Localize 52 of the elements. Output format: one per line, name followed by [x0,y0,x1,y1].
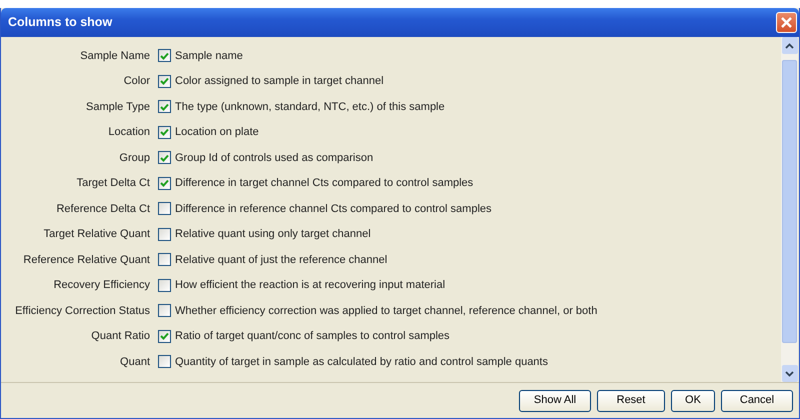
scrollbar[interactable] [781,37,798,382]
column-name: Quant Ratio [90,329,151,344]
column-name: Recovery Efficiency [52,278,151,293]
dialog-button[interactable]: Cancel [721,390,793,412]
column-description: Whether efficiency correction was applied to target channel, reference channel, or both [175,304,598,318]
checkbox[interactable] [158,126,171,139]
checkbox[interactable] [158,151,171,164]
column-name: Color [122,74,151,89]
scroll-up-button[interactable] [782,37,798,54]
chevron-up-icon [785,42,794,48]
close-button[interactable] [776,12,797,33]
column-description: Difference in target channel Cts compared to control samples [175,176,474,191]
column-name: Quant [119,354,151,370]
checkbox[interactable] [158,278,171,292]
column-description: Quantity of target in sample as calculated by ratio and control sample quants [175,354,548,370]
column-description: Ratio of target quant/conc of samples to control samples [175,329,450,344]
checkbox[interactable] [158,304,171,318]
column-description: Location on plate [175,125,259,140]
column-name: Efficiency Correction Status [14,304,151,318]
column-name: Target Relative Quant [42,227,151,242]
checkbox[interactable] [158,228,171,241]
column-name: Reference Relative Quant [22,252,151,268]
checkbox[interactable] [158,202,171,216]
column-name: Location [107,125,151,140]
column-name: Group [118,150,151,166]
column-name: Sample Name [79,48,151,64]
column-description: Sample name [175,48,243,64]
checkbox[interactable] [158,355,171,368]
column-description: Relative quant using only target channel [175,227,371,242]
checkbox[interactable] [158,253,171,266]
scroll-thumb[interactable] [782,60,797,343]
column-description: Group Id of controls used as comparison [175,150,374,166]
checkbox[interactable] [158,49,171,62]
close-icon [780,16,793,29]
column-description: The type (unknown, standard, NTC, etc.) of this sample [175,100,445,114]
checkbox[interactable] [158,74,171,88]
column-description: Difference in reference channel Cts compared to control samples [175,202,492,216]
checkbox[interactable] [158,330,171,343]
column-description: How efficient the reaction is at recovering input material [175,278,446,293]
column-name: Sample Type [84,100,151,114]
dialog-button[interactable]: Reset [597,390,665,412]
column-description: Relative quant of just the reference channel [175,252,388,268]
column-description: Color assigned to sample in target channel [175,74,384,89]
scroll-down-button[interactable] [782,365,798,382]
dialog-button[interactable]: OK [671,390,715,412]
window-title: Columns to show [8,14,112,32]
checkbox[interactable] [158,176,171,190]
column-name: Reference Delta Ct [55,202,151,216]
chevron-down-icon [785,370,794,376]
dialog-button[interactable]: Show All [519,390,591,412]
column-name: Target Delta Ct [76,176,151,191]
checkbox[interactable] [158,100,171,114]
